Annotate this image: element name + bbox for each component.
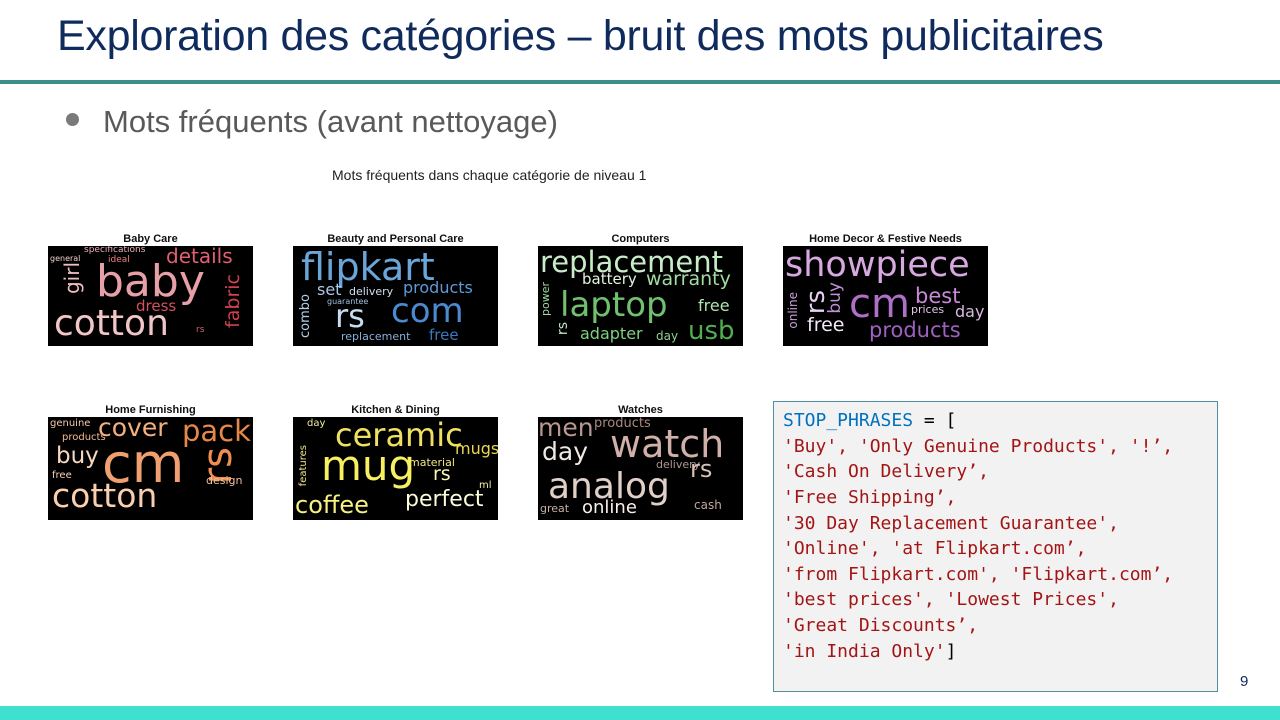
code-variable-name: STOP_PHRASES xyxy=(783,410,914,431)
wordcloud-image: showpiece cm rs buy online best prices d… xyxy=(783,246,988,346)
wordcloud-image: replacement laptop battery warranty free… xyxy=(538,246,743,346)
wordcloud-beauty-personal-care: Beauty and Personal Care flipkart rs com… xyxy=(293,232,498,346)
word: adapter xyxy=(580,324,643,343)
word: specifications xyxy=(84,246,146,255)
footer-bar xyxy=(0,706,1280,720)
word: rs xyxy=(690,455,713,483)
code-close-bracket: ] xyxy=(945,641,957,662)
word: features xyxy=(298,445,309,487)
word: warranty xyxy=(646,268,731,290)
word: design xyxy=(206,474,243,487)
wordcloud-image: watch analog men day products delivery r… xyxy=(538,417,743,520)
title-divider xyxy=(0,80,1280,84)
code-line: 'Great Discounts’, xyxy=(783,615,979,636)
word: free xyxy=(52,470,72,481)
word: guarantee xyxy=(327,297,369,306)
word: mug xyxy=(321,441,416,490)
word: usb xyxy=(688,316,735,346)
word: rs xyxy=(196,325,205,335)
word: showpiece xyxy=(785,246,970,285)
word: pack xyxy=(182,417,251,448)
word: cash xyxy=(694,498,722,512)
word: cotton xyxy=(52,476,158,515)
word: great xyxy=(540,502,570,515)
word: laptop xyxy=(560,285,668,325)
word: genuine xyxy=(50,418,91,429)
code-assign-operator: = [ xyxy=(913,410,957,431)
word: free xyxy=(807,314,845,336)
word: ml xyxy=(479,480,492,491)
word: online xyxy=(786,292,800,329)
code-line: 'Free Shipping’, xyxy=(783,487,957,508)
bullet-item: Mots fréquents (avant nettoyage) xyxy=(66,104,558,140)
word: free xyxy=(429,326,459,344)
word: dress xyxy=(136,297,177,315)
code-line-text: 'in India Only' xyxy=(783,641,946,662)
word: com xyxy=(391,291,464,331)
code-line: 'Buy', 'Only Genuine Products', '!’, xyxy=(783,436,1174,457)
wordcloud-image: flipkart rs com products set delivery gu… xyxy=(293,246,498,346)
wordcloud-baby-care: Baby Care baby cotton details girl fabri… xyxy=(48,232,253,346)
wordcloud-image: ceramic mug coffee mugs material rs perf… xyxy=(293,417,498,520)
wordcloud-watches: Watches watch analog men day products de… xyxy=(538,403,743,520)
wordcloud-image: baby cotton details girl fabric dress sp… xyxy=(48,246,253,346)
word: day xyxy=(542,437,588,466)
word: day xyxy=(307,418,326,429)
word: power xyxy=(539,282,552,316)
word: general xyxy=(50,254,81,263)
wordcloud-label: Home Furnishing xyxy=(105,404,196,416)
code-line: 'Cash On Delivery’, xyxy=(783,461,989,482)
code-line: '30 Day Replacement Guarantee', xyxy=(783,513,1119,534)
word: combo xyxy=(298,294,313,338)
word: buy xyxy=(56,443,99,469)
wordcloud-label: Beauty and Personal Care xyxy=(327,233,464,245)
word: delivery xyxy=(349,285,394,298)
wordcloud-label: Watches xyxy=(618,404,663,416)
wordcloud-label: Computers xyxy=(611,233,670,245)
word: products xyxy=(62,432,106,443)
code-line-last: 'in India Only'] xyxy=(783,641,956,662)
word: products xyxy=(594,417,651,431)
wordcloud-computers: Computers replacement laptop battery war… xyxy=(538,232,743,346)
code-line: 'from Flipkart.com', 'Flipkart.com’, xyxy=(783,564,1174,585)
wordcloud-home-decor: Home Decor & Festive Needs showpiece cm … xyxy=(783,232,988,346)
word: prices xyxy=(911,303,945,316)
word: details xyxy=(166,246,233,268)
word: set xyxy=(317,280,342,299)
stop-phrases-code-block: STOP_PHRASES = [ 'Buy', 'Only Genuine Pr… xyxy=(773,401,1218,692)
word: products xyxy=(869,318,961,342)
code-line: 'best prices', 'Lowest Prices', xyxy=(783,589,1119,610)
wordcloud-label: Kitchen & Dining xyxy=(351,404,440,416)
wordcloud-kitchen-dining: Kitchen & Dining ceramic mug coffee mugs… xyxy=(293,403,498,520)
code-line-declaration: STOP_PHRASES = [ xyxy=(783,410,956,431)
word: free xyxy=(698,296,730,315)
word: battery xyxy=(582,270,637,288)
word: mugs xyxy=(455,439,498,458)
word: coffee xyxy=(295,491,369,519)
wordcloud-label: Baby Care xyxy=(123,233,178,245)
wordcloud-label: Home Decor & Festive Needs xyxy=(809,233,962,245)
word: cover xyxy=(98,417,168,442)
word: buy xyxy=(825,282,845,314)
word: perfect xyxy=(405,487,484,512)
wordcloud-image: cm cover pack cotton buy rs genuine prod… xyxy=(48,417,253,520)
bullet-dot-icon xyxy=(66,113,79,127)
word: replacement xyxy=(341,330,411,343)
word: day xyxy=(656,329,679,343)
word: fabric xyxy=(222,274,244,328)
code-line: 'Online', 'at Flipkart.com’, xyxy=(783,538,1087,559)
bullet-text: Mots fréquents (avant nettoyage) xyxy=(103,104,558,139)
word: products xyxy=(403,278,473,297)
word: rs xyxy=(555,322,571,336)
page-number: 9 xyxy=(1240,673,1249,690)
word: girl xyxy=(60,262,84,295)
slide-title: Exploration des catégories – bruit des m… xyxy=(57,12,1104,60)
word: ideal xyxy=(108,255,130,265)
wordcloud-home-furnishing: Home Furnishing cm cover pack cotton buy… xyxy=(48,403,253,520)
figure-title: Mots fréquents dans chaque catégorie de … xyxy=(332,167,647,183)
word: rs xyxy=(433,463,451,485)
word: online xyxy=(582,497,637,518)
